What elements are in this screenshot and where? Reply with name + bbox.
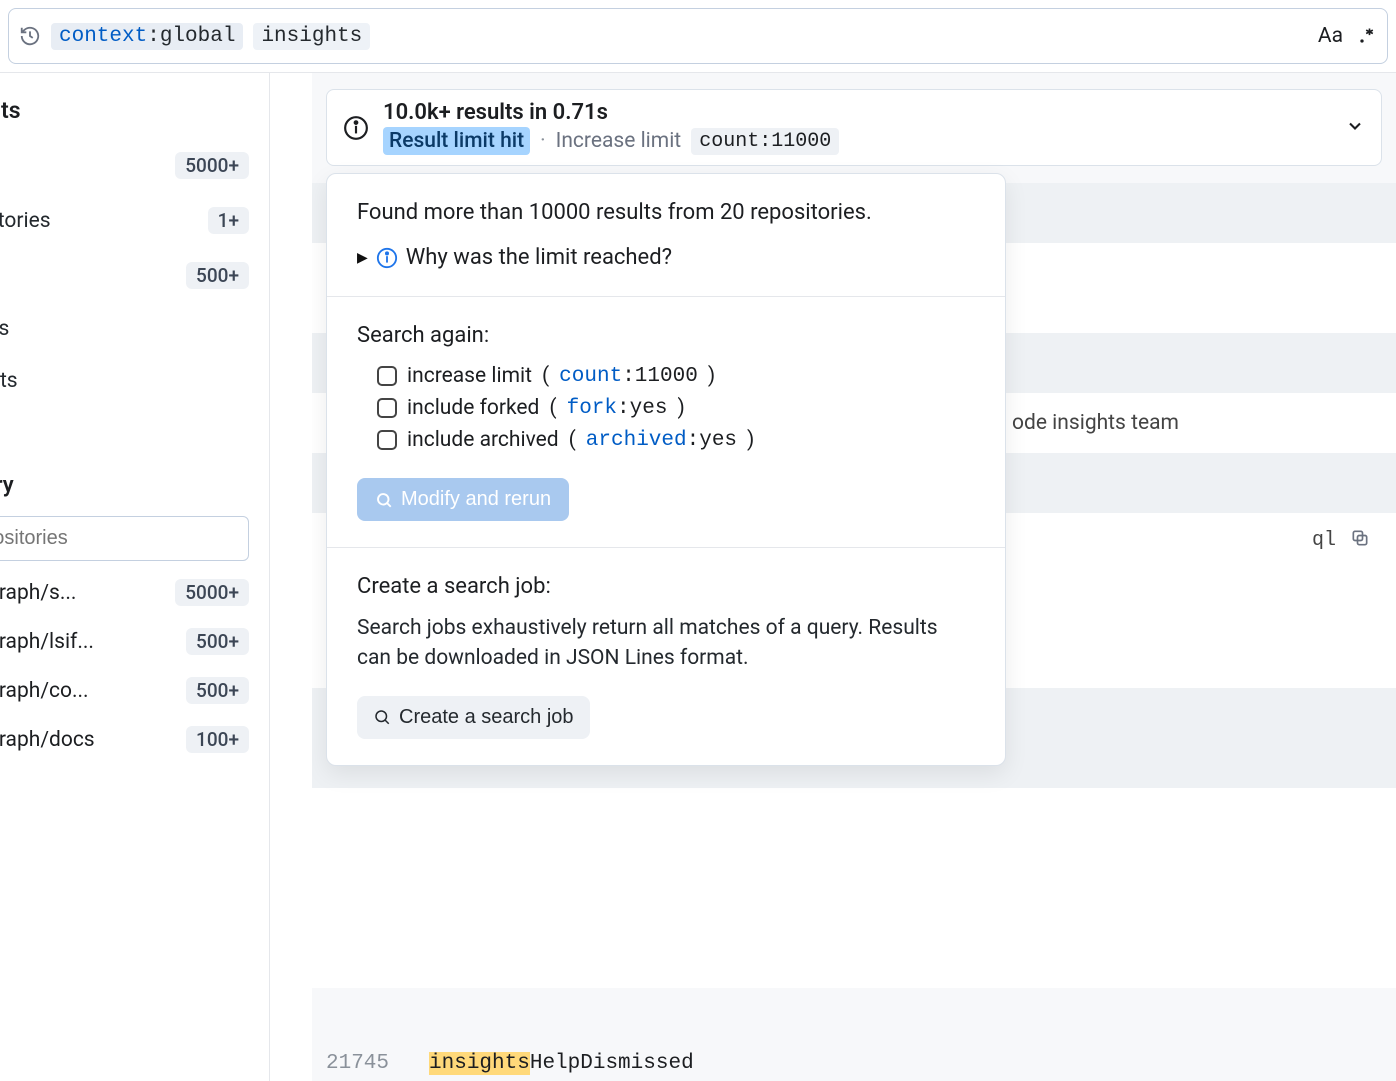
limit-popover: Found more than 10000 results from 20 re… <box>326 173 1006 766</box>
disclosure-triangle-icon: ▶ <box>357 250 368 266</box>
results-sidebar: esults de 5000+ positories 1+ hs 500+ nb… <box>0 73 270 1081</box>
search-token-query[interactable]: insights <box>253 23 370 50</box>
repo-item[interactable]: rcegraph/co... 500+ <box>0 677 249 704</box>
create-search-job-button[interactable]: Create a search job <box>357 696 590 739</box>
facet-commits[interactable]: mmits <box>0 369 249 393</box>
option-include-archived[interactable]: include archived ( archived:yes ) <box>377 428 975 452</box>
create-job-description: Search jobs exhaustively return all matc… <box>357 613 975 674</box>
line-number: 21745 <box>326 1052 389 1075</box>
case-sensitive-toggle[interactable]: Aa <box>1318 24 1343 48</box>
chevron-down-icon[interactable] <box>1345 116 1365 140</box>
sidebar-repo-header: sitory <box>0 473 249 498</box>
facet-symbols[interactable]: nbols <box>0 317 249 341</box>
search-bar: context:global insights Aa <box>8 8 1388 64</box>
checkbox[interactable] <box>377 430 397 450</box>
search-token-context[interactable]: context:global <box>51 23 243 50</box>
repo-filter-input[interactable] <box>0 516 249 561</box>
facet-paths[interactable]: hs 500+ <box>0 262 249 289</box>
repo-item[interactable]: rcegraph/docs 100+ <box>0 726 249 753</box>
code-result-line[interactable]: 21745 insightsHelpDismissed <box>326 1052 694 1075</box>
create-job-title: Create a search job: <box>357 574 975 599</box>
facet-repositories[interactable]: positories 1+ <box>0 207 249 234</box>
info-icon <box>343 115 369 141</box>
result-row <box>312 788 1396 988</box>
found-summary-text: Found more than 10000 results from 20 re… <box>357 200 975 225</box>
repo-item[interactable]: rcegraph/s... 5000+ <box>0 579 249 606</box>
copy-icon[interactable] <box>1350 528 1370 553</box>
facet-code[interactable]: de 5000+ <box>0 152 249 179</box>
option-increase-limit[interactable]: increase limit ( count:11000 ) <box>377 364 975 388</box>
sidebar-header: esults <box>0 97 249 124</box>
repo-item[interactable]: rcegraph/lsif... 500+ <box>0 628 249 655</box>
count-code: count:11000 <box>691 128 839 155</box>
limit-hit-pill: Result limit hit <box>383 127 530 155</box>
history-icon[interactable] <box>19 25 41 47</box>
checkbox[interactable] <box>377 366 397 386</box>
modify-rerun-button[interactable]: Modify and rerun <box>357 478 569 521</box>
checkbox[interactable] <box>377 398 397 418</box>
info-icon <box>376 247 398 269</box>
facet-diffs[interactable]: s <box>0 421 249 445</box>
increase-limit-link[interactable]: Increase limit <box>556 129 682 153</box>
why-limit-toggle[interactable]: ▶ Why was the limit reached? <box>357 245 975 270</box>
result-summary-bar[interactable]: 10.0k+ results in 0.71s Result limit hit… <box>326 89 1382 166</box>
results-content: 10.0k+ results in 0.71s Result limit hit… <box>312 73 1396 1081</box>
result-count-headline: 10.0k+ results in 0.71s <box>383 100 1331 125</box>
regex-toggle[interactable] <box>1357 26 1377 46</box>
search-input-area[interactable]: context:global insights <box>51 23 1308 50</box>
search-again-label: Search again: <box>357 323 975 348</box>
option-include-forked[interactable]: include forked ( fork:yes ) <box>377 396 975 420</box>
